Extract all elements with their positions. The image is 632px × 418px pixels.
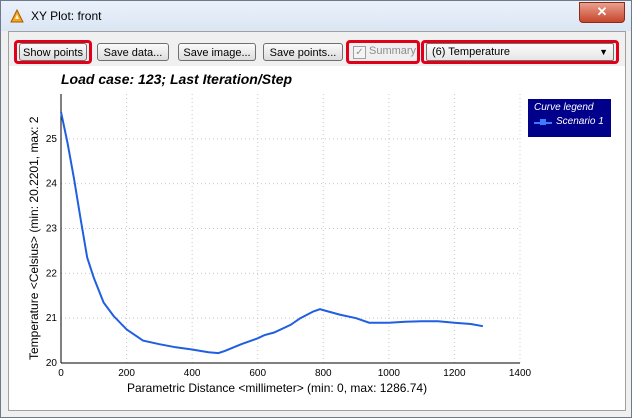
xy-plot-window: XY Plot: front ✕ Show points Save data..…	[0, 0, 632, 418]
legend-title: Curve legend	[534, 102, 594, 113]
legend-series-name: Scenario 1	[556, 116, 604, 127]
y-tick-label: 20	[46, 358, 58, 369]
x-tick-label: 400	[184, 368, 201, 379]
x-tick-label: 1000	[378, 368, 401, 379]
x-tick-label: 0	[58, 368, 64, 379]
y-axis-label: Temperature <Celsius> (min: 20.2201, max…	[27, 116, 41, 360]
y-tick-label: 25	[46, 134, 58, 145]
curve-legend: Curve legend Scenario 1	[528, 99, 611, 137]
x-axis-label: Parametric Distance <millimeter> (min: 0…	[127, 381, 428, 395]
y-tick-label: 21	[46, 313, 58, 324]
legend-marker-swatch	[540, 119, 546, 125]
title-bar[interactable]: XY Plot: front ✕	[1, 1, 631, 31]
y-axis-label-anchor: Temperature <Celsius> (min: 20.2201, max…	[27, 117, 41, 361]
plot-panel: Show points Save data... Save image... S…	[8, 31, 626, 411]
x-tick-label: 800	[315, 368, 332, 379]
x-tick-label: 1400	[509, 368, 532, 379]
xy-chart: 0 200 400 600 800 1000 1200 1400 20 21 22 23 24 25	[46, 94, 532, 379]
y-tick-label: 23	[46, 224, 58, 235]
y-tick-label: 22	[46, 268, 58, 279]
x-tick-label: 200	[118, 368, 135, 379]
app-icon	[10, 8, 24, 23]
y-tick-label: 24	[46, 179, 58, 190]
x-tick-label: 1200	[443, 368, 466, 379]
series-line	[60, 111, 484, 355]
close-button[interactable]: ✕	[579, 2, 625, 23]
window-title: XY Plot: front	[31, 9, 102, 23]
x-tick-label: 600	[249, 368, 266, 379]
